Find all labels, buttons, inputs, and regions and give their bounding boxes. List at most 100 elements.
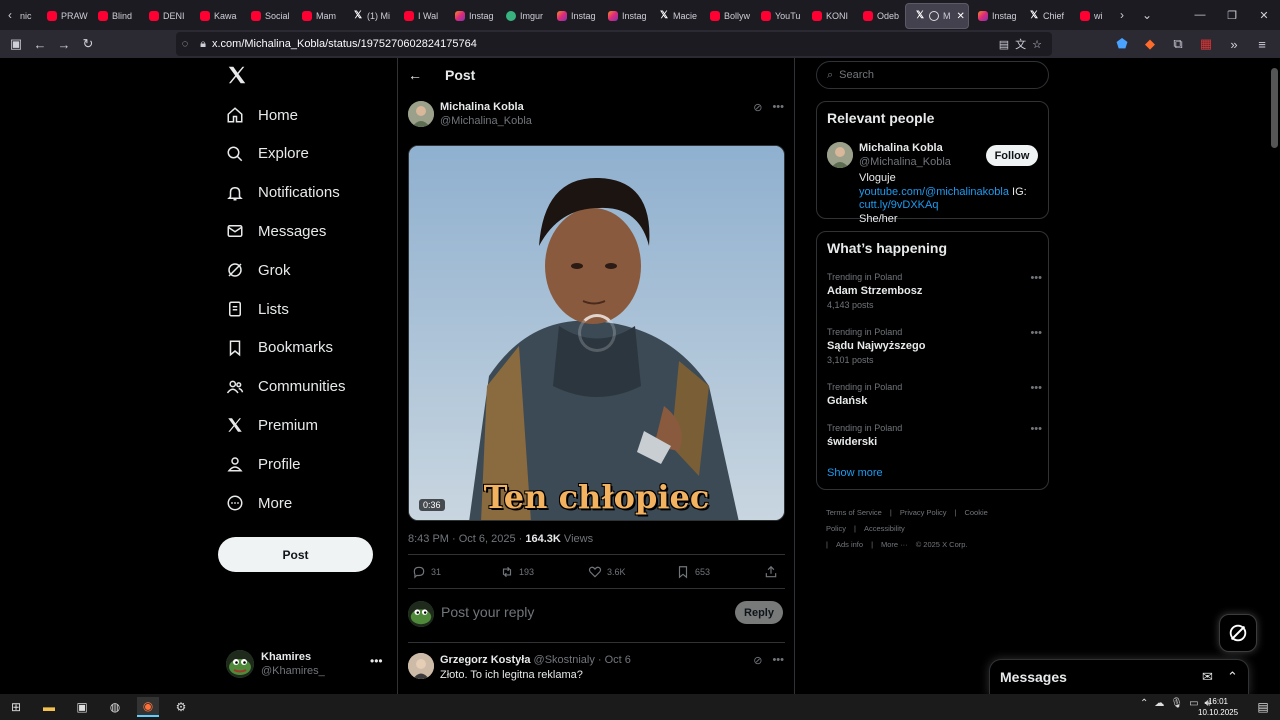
maximize-button[interactable]: ❐ xyxy=(1216,0,1248,30)
browser-tab[interactable]: Bollyw xyxy=(701,3,752,29)
browser-tab[interactable]: Blind xyxy=(89,3,140,29)
footer-link[interactable]: © 2025 X Corp. xyxy=(916,540,968,549)
browser-tab[interactable]: Imgur xyxy=(497,3,548,29)
reply-author[interactable]: Grzegorz Kostyła @Skostnialy · Oct 6 xyxy=(440,654,631,666)
browser-tab[interactable]: Kawa xyxy=(191,3,242,29)
nav-item-bookmarks[interactable]: Bookmarks xyxy=(226,333,333,363)
extension-shield-icon[interactable]: ⬟ xyxy=(1110,32,1134,56)
author-name[interactable]: Michalina Kobla xyxy=(440,101,524,113)
more-dots-icon[interactable]: ••• xyxy=(1030,382,1042,394)
repost-action[interactable]: 193 xyxy=(500,565,534,579)
footer-link[interactable]: More ··· xyxy=(881,540,908,549)
footer-link[interactable]: Privacy Policy xyxy=(900,508,947,517)
bookmark-action[interactable]: 653 xyxy=(676,565,710,579)
grok-icon[interactable]: ⊘ xyxy=(753,654,762,667)
browser-tab[interactable]: Instag xyxy=(969,3,1020,29)
nav-item-profile[interactable]: Profile xyxy=(226,449,301,479)
like-action[interactable]: 3.6K xyxy=(588,565,626,579)
browser-tab[interactable]: I Wal xyxy=(395,3,446,29)
more-dots-icon[interactable]: ••• xyxy=(772,101,784,114)
menu-hamburger-icon[interactable]: ≡ xyxy=(1250,32,1274,56)
bio-link-youtube[interactable]: youtube.com/@michalinakobla xyxy=(859,186,1009,198)
browser-tab[interactable]: 𝕏 Chief xyxy=(1020,3,1071,29)
extension-fox-icon[interactable]: ◆ xyxy=(1138,32,1162,56)
trend-item[interactable]: Trending in Poland świderski ••• xyxy=(827,423,1042,448)
extension-badge-icon[interactable]: ▦ xyxy=(1194,32,1218,56)
reply-author-handle[interactable]: @Skostnialy · Oct 6 xyxy=(534,654,631,666)
post-button[interactable]: Post xyxy=(218,537,373,572)
close-window-button[interactable]: ✕ xyxy=(1248,0,1280,30)
more-dots-icon[interactable]: ••• xyxy=(1030,272,1042,284)
url-text[interactable]: x.com/Michalina_Kobla/status/19752706028… xyxy=(212,38,477,50)
browser-tab[interactable]: Odeb xyxy=(854,3,905,29)
more-dots-icon[interactable]: ••• xyxy=(370,654,383,668)
video-player[interactable]: Ten chłopiec 0:36 xyxy=(408,145,785,521)
footer-link[interactable]: Terms of Service xyxy=(826,508,882,517)
reader-view-icon[interactable]: ▤ xyxy=(999,38,1009,51)
microphone-icon[interactable]: 🎙︎ xyxy=(1170,698,1183,709)
shield-icon[interactable]: ◌ xyxy=(176,38,194,50)
browser-tab[interactable]: DENI xyxy=(140,3,191,29)
browser-tab[interactable]: YouTu xyxy=(752,3,803,29)
search-input[interactable]: ⌕ Search xyxy=(816,61,1049,89)
scrollbar-thumb[interactable] xyxy=(1271,68,1278,148)
forward-button[interactable]: → xyxy=(52,32,76,56)
browser-tab[interactable]: PRAW xyxy=(38,3,89,29)
firefox-icon[interactable]: ◉ xyxy=(137,697,159,717)
trend-item[interactable]: Trending in Poland Sądu Najwyższego 3,101 … xyxy=(827,327,1042,365)
person-name[interactable]: Michalina Kobla xyxy=(859,142,943,154)
browser-tab[interactable]: wi xyxy=(1071,3,1122,29)
more-dots-icon[interactable]: ••• xyxy=(772,654,784,667)
browser-tab[interactable]: Mam xyxy=(293,3,344,29)
nav-item-home[interactable]: Home xyxy=(226,100,298,130)
author-avatar[interactable] xyxy=(408,101,434,127)
tab-close-icon[interactable]: ✕ xyxy=(957,11,965,22)
translate-icon[interactable]: 文 xyxy=(1015,36,1026,52)
file-explorer-icon[interactable]: ▬ xyxy=(38,697,60,717)
tab-scroll-left-button[interactable]: ‹ xyxy=(0,0,20,30)
nav-item-lists[interactable]: Lists xyxy=(226,294,289,324)
avatar[interactable] xyxy=(827,142,853,168)
back-arrow-icon[interactable]: ← xyxy=(408,67,422,83)
post-timestamp[interactable]: 8:43 PM · Oct 6, 2025 · xyxy=(408,533,525,545)
footer-link[interactable]: Ads info xyxy=(836,540,863,549)
nav-item-notifications[interactable]: Notifications xyxy=(226,178,340,208)
nav-item-grok[interactable]: Grok xyxy=(226,255,291,285)
browser-tab[interactable]: Social xyxy=(242,3,293,29)
back-button[interactable]: ← xyxy=(28,32,52,56)
follow-button[interactable]: Follow xyxy=(986,145,1038,166)
person-handle[interactable]: @Michalina_Kobla xyxy=(859,156,951,168)
x-logo-icon[interactable] xyxy=(226,64,248,86)
steam-icon[interactable]: ◍ xyxy=(104,697,126,717)
nav-item-more[interactable]: More xyxy=(226,488,292,518)
browser-tab[interactable]: Instag xyxy=(548,3,599,29)
notification-icon[interactable]: ▤ xyxy=(1252,697,1274,717)
reply-author-name[interactable]: Grzegorz Kostyła xyxy=(440,654,530,666)
show-more-link[interactable]: Show more xyxy=(827,467,883,479)
browser-tab[interactable]: 𝕏 M ✕ xyxy=(905,3,969,29)
sidebar-toggle-icon[interactable]: ▣ xyxy=(4,32,28,56)
chevron-up-icon[interactable]: ⌃ xyxy=(1227,669,1238,685)
browser-tab[interactable]: Instag xyxy=(446,3,497,29)
more-dots-icon[interactable]: ••• xyxy=(1030,423,1042,435)
trend-item[interactable]: Trending in Poland Gdańsk ••• xyxy=(827,382,1042,407)
app-window-icon[interactable]: ▣ xyxy=(71,697,93,717)
tab-list-dropdown-button[interactable]: ⌄ xyxy=(1142,0,1152,30)
nav-item-premium[interactable]: Premium xyxy=(226,410,318,440)
messages-drawer[interactable]: Messages ✉ ⌃ xyxy=(989,659,1249,694)
reload-button[interactable]: ↻ xyxy=(76,32,100,56)
account-switcher[interactable]: Khamires @Khamires_ ••• xyxy=(226,650,386,680)
browser-tab[interactable]: 𝕏 Macie xyxy=(650,3,701,29)
bookmark-star-icon[interactable]: ☆ xyxy=(1032,38,1042,51)
overflow-chevron-icon[interactable]: » xyxy=(1222,32,1246,56)
trend-item[interactable]: Trending in Poland Adam Strzembosz 4,143 p… xyxy=(827,272,1042,310)
start-windows-icon[interactable]: ⊞ xyxy=(5,697,27,717)
minimize-button[interactable]: — xyxy=(1184,0,1216,30)
nav-item-communities[interactable]: Communities xyxy=(226,372,346,402)
grok-icon[interactable]: ⊘ xyxy=(753,101,762,114)
system-clock[interactable]: 16:01 10.10.2025 xyxy=(1198,696,1238,718)
url-bar[interactable]: ◌ 🔒︎ x.com/Michalina_Kobla/status/197527… xyxy=(176,32,1052,56)
browser-tab[interactable]: nic xyxy=(20,3,38,29)
more-dots-icon[interactable]: ••• xyxy=(1030,327,1042,339)
author-handle[interactable]: @Michalina_Kobla xyxy=(440,115,532,127)
